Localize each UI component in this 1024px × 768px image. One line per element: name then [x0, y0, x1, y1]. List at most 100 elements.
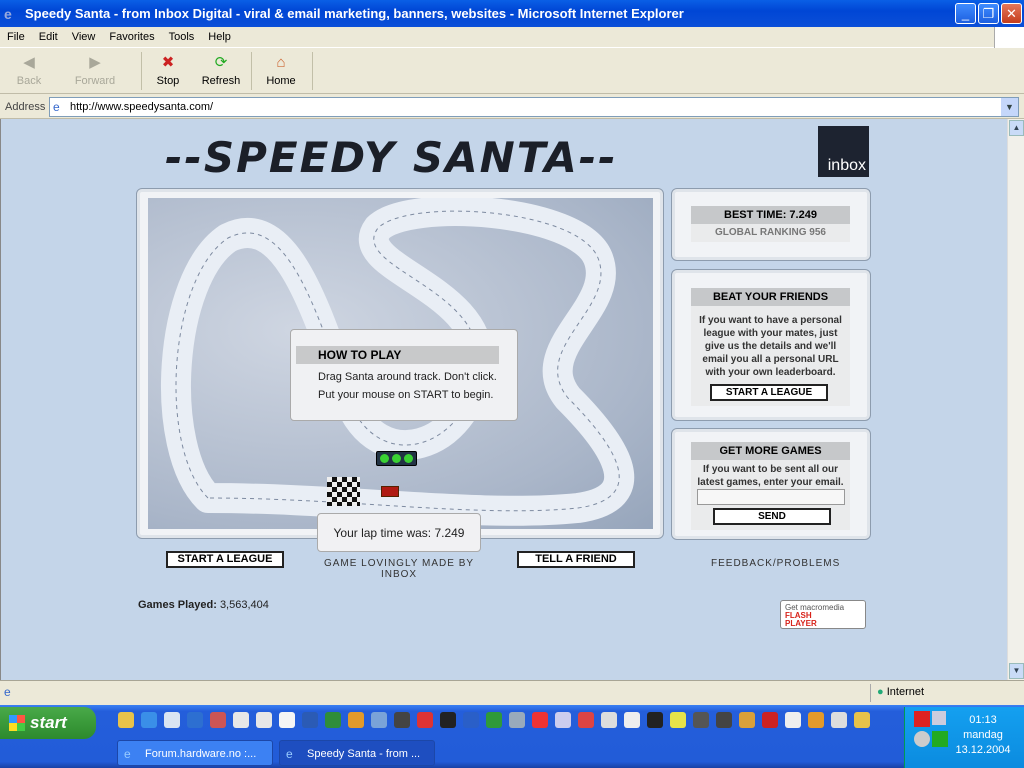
- globe-icon: ●: [877, 686, 884, 698]
- internet-explorer-icon[interactable]: [141, 712, 157, 728]
- quicklaunch-app-icon[interactable]: [739, 712, 755, 728]
- windows-flag-icon: [9, 715, 25, 731]
- quicklaunch-app-icon[interactable]: [831, 712, 847, 728]
- menu-tools[interactable]: Tools: [162, 31, 202, 43]
- inbox-logo[interactable]: inbox: [818, 126, 869, 177]
- santa-sleigh-icon[interactable]: [381, 486, 399, 497]
- quicklaunch-app-icon[interactable]: [509, 712, 525, 728]
- quicklaunch-app-icon[interactable]: [555, 712, 571, 728]
- outlook-express-icon[interactable]: [164, 712, 180, 728]
- menu-help[interactable]: Help: [201, 31, 238, 43]
- games-played-value: 3,563,404: [219, 599, 269, 611]
- scroll-up-arrow[interactable]: ▲: [1009, 120, 1024, 136]
- games-played: Games Played: 3,563,404: [138, 599, 269, 611]
- tray-app-icon[interactable]: [914, 731, 930, 747]
- toolbar-separator: [141, 52, 142, 90]
- quicklaunch-app-icon[interactable]: [808, 712, 824, 728]
- start-label: start: [30, 713, 67, 732]
- close-button[interactable]: ✕: [1001, 3, 1022, 24]
- acrobat-icon[interactable]: [578, 712, 594, 728]
- tray-app-icon[interactable]: [932, 731, 948, 747]
- back-button[interactable]: ◀ Back: [12, 52, 46, 92]
- maximize-button[interactable]: ❐: [978, 3, 999, 24]
- folder-icon[interactable]: [118, 712, 134, 728]
- quicklaunch-app-icon[interactable]: [440, 712, 456, 728]
- minimize-button[interactable]: _: [955, 3, 976, 24]
- refresh-icon: ⟳: [214, 54, 228, 71]
- address-url: http://www.speedysanta.com/: [70, 101, 214, 113]
- taskbar-item-speedy-santa[interactable]: e Speedy Santa - from ...: [279, 740, 435, 766]
- address-input[interactable]: e http://www.speedysanta.com/ ▼: [49, 97, 1019, 117]
- toolbar-separator: [312, 52, 313, 90]
- tell-a-friend-button[interactable]: TELL A FRIEND: [517, 551, 635, 568]
- quicklaunch-app-icon[interactable]: [693, 712, 709, 728]
- start-league-button[interactable]: START A LEAGUE: [166, 551, 284, 568]
- vertical-scrollbar[interactable]: ▲ ▼: [1007, 119, 1024, 680]
- get-more-games-title: GET MORE GAMES: [691, 442, 850, 460]
- quicklaunch-app-icon[interactable]: [624, 712, 640, 728]
- ie-icon: e: [286, 747, 293, 761]
- how-to-play-title: HOW TO PLAY: [296, 346, 499, 364]
- zonealarm-icon[interactable]: [914, 711, 930, 727]
- flash-badge-line-3: PLAYER: [785, 619, 817, 628]
- stop-icon: ✖: [161, 54, 175, 71]
- page-icon: e: [53, 100, 60, 114]
- quicklaunch-app-icon[interactable]: [463, 712, 479, 728]
- menu-bar: File Edit View Favorites Tools Help: [0, 27, 1024, 48]
- lap-time-display: Your lap time was: 7.249: [317, 513, 481, 552]
- games-played-label: Games Played:: [138, 599, 217, 611]
- title-bar: e Speedy Santa - from Inbox Digital - vi…: [0, 0, 1024, 27]
- toolbar-separator: [251, 52, 252, 90]
- address-dropdown-button[interactable]: ▼: [1001, 98, 1018, 116]
- quicklaunch-app-icon[interactable]: [417, 712, 433, 728]
- tray-app-icon[interactable]: [932, 711, 946, 725]
- start-button[interactable]: start: [0, 707, 96, 739]
- best-time-label: BEST TIME: 7.249: [691, 206, 850, 224]
- quicklaunch-app-icon[interactable]: [532, 712, 548, 728]
- quicklaunch-app-icon[interactable]: [256, 712, 272, 728]
- menu-view[interactable]: View: [65, 31, 103, 43]
- word-icon[interactable]: [302, 712, 318, 728]
- email-input[interactable]: [697, 489, 845, 505]
- clock-date: 13.12.2004: [955, 744, 1011, 756]
- stop-button[interactable]: ✖ Stop: [152, 52, 184, 92]
- quicklaunch-app-icon[interactable]: [854, 712, 870, 728]
- quicklaunch-app-icon[interactable]: [233, 712, 249, 728]
- quicklaunch-app-icon[interactable]: [348, 712, 364, 728]
- speedy-santa-logo: --SPEEDY SANTA--: [165, 133, 618, 182]
- menu-favorites[interactable]: Favorites: [102, 31, 161, 43]
- start-league-panel-button[interactable]: START A LEAGUE: [710, 384, 828, 401]
- start-lights: [376, 451, 417, 466]
- feedback-link[interactable]: FEEDBACK/PROBLEMS: [711, 558, 840, 569]
- address-label: Address: [5, 101, 46, 113]
- quicklaunch-app-icon[interactable]: [670, 712, 686, 728]
- ie-icon: e: [124, 747, 131, 761]
- clock-time: 01:13: [969, 714, 997, 726]
- taskbar-item-forum[interactable]: e Forum.hardware.no :...: [117, 740, 273, 766]
- ie-icon: e: [4, 5, 12, 22]
- get-flash-player-badge[interactable]: Get macromedia FLASH PLAYER: [780, 600, 866, 629]
- quicklaunch-app-icon[interactable]: [762, 712, 778, 728]
- menu-file[interactable]: File: [0, 31, 32, 43]
- home-icon: ⌂: [276, 54, 286, 71]
- forward-button[interactable]: ▶ Forward: [72, 52, 118, 92]
- quicklaunch-app-icon[interactable]: [601, 712, 617, 728]
- scroll-down-arrow[interactable]: ▼: [1009, 663, 1024, 679]
- send-button[interactable]: SEND: [713, 508, 831, 525]
- quicklaunch-app-icon[interactable]: [785, 712, 801, 728]
- refresh-button[interactable]: ⟳ Refresh: [199, 52, 243, 92]
- quicklaunch-app-icon[interactable]: [394, 712, 410, 728]
- menu-edit[interactable]: Edit: [32, 31, 65, 43]
- notepad-icon[interactable]: [279, 712, 295, 728]
- quicklaunch-app-icon[interactable]: [325, 712, 341, 728]
- quicklaunch-app-icon[interactable]: [187, 712, 203, 728]
- quicklaunch-app-icon[interactable]: [716, 712, 732, 728]
- clock[interactable]: 01:13 mandag 13.12.2004: [948, 713, 1018, 758]
- page-status-icon: e: [4, 685, 11, 699]
- quicklaunch-app-icon[interactable]: [647, 712, 663, 728]
- quicklaunch-app-icon[interactable]: [371, 712, 387, 728]
- window-title: Speedy Santa - from Inbox Digital - vira…: [25, 6, 684, 21]
- excel-icon[interactable]: [486, 712, 502, 728]
- quicklaunch-app-icon[interactable]: [210, 712, 226, 728]
- home-button[interactable]: ⌂ Home: [264, 52, 298, 92]
